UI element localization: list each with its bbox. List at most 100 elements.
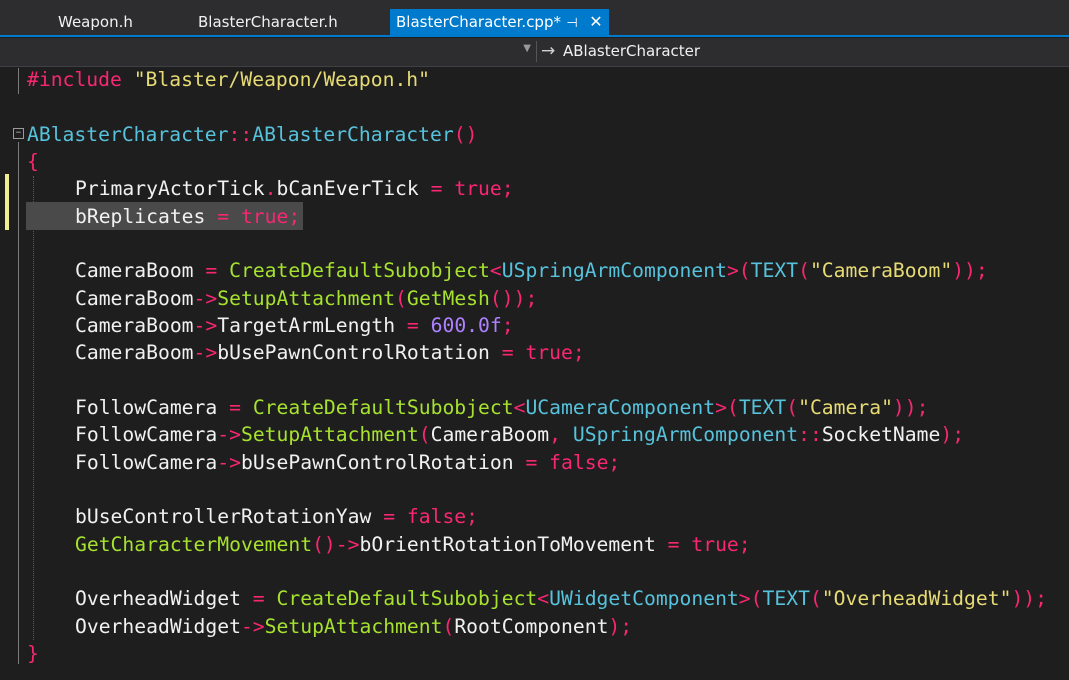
code-token: RootComponent bbox=[454, 615, 609, 638]
document-tab-bar: Weapon.h BlasterCharacter.h BlasterChara… bbox=[0, 0, 1069, 36]
code-token: CameraBoom bbox=[430, 423, 550, 446]
code-token: = false; bbox=[383, 505, 479, 528]
code-token: CreateDefaultSubobject bbox=[276, 587, 538, 610]
code-token: < bbox=[489, 259, 502, 282]
active-tab-underline bbox=[0, 35, 1069, 37]
code-token: CameraBoom bbox=[75, 259, 206, 282]
code-token: FollowCamera bbox=[75, 396, 230, 419]
outline-line bbox=[18, 142, 19, 664]
code-token: >( bbox=[715, 396, 739, 419]
code-token: CreateDefaultSubobject bbox=[252, 396, 514, 419]
code-token: bUseControllerRotationYaw bbox=[75, 505, 384, 528]
member-dropdown[interactable]: → ABlasterCharacter bbox=[541, 40, 700, 63]
code-token: = true; bbox=[501, 341, 585, 364]
code-token: ); bbox=[940, 423, 965, 446]
code-line[interactable]: { bbox=[27, 148, 39, 175]
code-line[interactable]: FollowCamera->bUsePawnControlRotation = … bbox=[27, 449, 620, 476]
arrow-right-icon: → bbox=[541, 41, 556, 61]
code-token: = bbox=[406, 314, 431, 337]
code-token: bReplicates bbox=[75, 205, 218, 228]
code-token: = true; bbox=[217, 205, 301, 228]
code-token: = true; bbox=[430, 177, 514, 200]
code-token: >( bbox=[726, 259, 751, 282]
code-token: )); bbox=[892, 396, 929, 419]
code-token: TEXT bbox=[750, 259, 799, 282]
code-line[interactable]: FollowCamera = CreateDefaultSubobject<UC… bbox=[27, 394, 928, 421]
code-token: CameraBoom bbox=[75, 314, 194, 337]
code-token: ( bbox=[798, 259, 810, 282]
code-token: "OverheadWidget" bbox=[821, 587, 1012, 610]
close-icon[interactable]: ✕ bbox=[583, 9, 609, 35]
code-token: UWidgetComponent bbox=[549, 587, 739, 610]
code-token: ( bbox=[418, 423, 431, 446]
code-token: bUsePawnControlRotation bbox=[240, 451, 526, 474]
code-token: -> bbox=[217, 451, 241, 474]
code-line[interactable]: #include "Blaster/Weapon/Weapon.h" bbox=[27, 66, 430, 93]
code-line[interactable]: CameraBoom->bUsePawnControlRotation = tr… bbox=[27, 339, 585, 366]
code-token: ( bbox=[786, 396, 799, 419]
code-token: GetMesh bbox=[406, 287, 490, 310]
code-line[interactable]: CameraBoom->SetupAttachment(GetMesh()); bbox=[27, 285, 537, 312]
code-token: CameraBoom bbox=[75, 287, 194, 310]
scope-dropdown[interactable]: ▼ bbox=[0, 40, 535, 63]
code-token: >( bbox=[738, 587, 763, 610]
code-token: = bbox=[229, 396, 253, 419]
code-token: "Camera" bbox=[798, 396, 893, 419]
code-token: ABlasterCharacter bbox=[27, 123, 229, 146]
code-token: )); bbox=[952, 259, 988, 282]
code-line[interactable]: ABlasterCharacter::ABlasterCharacter() bbox=[27, 121, 477, 148]
code-line[interactable]: GetCharacterMovement()->bOrientRotationT… bbox=[27, 531, 751, 558]
code-token: ( bbox=[395, 287, 407, 310]
code-line[interactable] bbox=[27, 230, 75, 257]
code-token: 600.0f bbox=[430, 314, 502, 337]
code-token: = bbox=[252, 587, 277, 610]
member-dropdown-value: ABlasterCharacter bbox=[563, 42, 701, 60]
code-line[interactable]: PrimaryActorTick.bCanEverTick = true; bbox=[27, 175, 514, 202]
code-token: bOrientRotationToMovement bbox=[359, 533, 668, 556]
code-line[interactable]: } bbox=[27, 640, 39, 667]
code-token: ()); bbox=[489, 287, 538, 310]
tab-blastercharacter-h[interactable]: BlasterCharacter.h bbox=[198, 9, 338, 35]
code-line[interactable]: CameraBoom = CreateDefaultSubobject<USpr… bbox=[27, 257, 988, 284]
code-line[interactable]: bReplicates = true; bbox=[27, 203, 300, 230]
code-token: -> bbox=[240, 615, 265, 638]
code-line[interactable]: OverheadWidget->SetupAttachment(RootComp… bbox=[27, 613, 632, 640]
code-token: CameraBoom bbox=[75, 341, 194, 364]
tab-label: BlasterCharacter.cpp* bbox=[396, 13, 561, 31]
code-line[interactable] bbox=[27, 476, 75, 503]
code-token: SetupAttachment bbox=[240, 423, 419, 446]
code-token: SetupAttachment bbox=[264, 615, 443, 638]
code-token: "CameraBoom" bbox=[809, 259, 953, 282]
code-line[interactable] bbox=[27, 558, 75, 585]
code-token: SetupAttachment bbox=[217, 287, 396, 310]
code-token: OverheadWidget bbox=[75, 587, 253, 610]
code-token: bUsePawnControlRotation bbox=[217, 341, 502, 364]
tab-label: BlasterCharacter.h bbox=[198, 13, 338, 31]
code-token: TEXT bbox=[762, 587, 810, 610]
code-line[interactable]: CameraBoom->TargetArmLength = 600.0f; bbox=[27, 312, 514, 339]
code-line[interactable]: FollowCamera->SetupAttachment(CameraBoom… bbox=[27, 421, 964, 448]
code-token: USpringArmComponent bbox=[572, 423, 799, 446]
code-token: ( bbox=[442, 615, 455, 638]
code-line[interactable]: bUseControllerRotationYaw = false; bbox=[27, 503, 478, 530]
tab-label: Weapon.h bbox=[58, 13, 133, 31]
pin-icon[interactable]: ⊣ bbox=[561, 11, 583, 37]
code-token: TEXT bbox=[738, 396, 787, 419]
code-token: GetCharacterMovement bbox=[75, 533, 313, 556]
code-token: "Blaster/Weapon/Weapon.h" bbox=[133, 68, 431, 91]
collapse-toggle-icon[interactable]: − bbox=[13, 128, 24, 139]
tab-blastercharacter-cpp[interactable]: BlasterCharacter.cpp* ⊣ ✕ bbox=[390, 9, 609, 35]
code-token: :: bbox=[798, 423, 822, 446]
tab-weapon-h[interactable]: Weapon.h bbox=[58, 9, 133, 35]
code-token: bCanEverTick bbox=[276, 177, 431, 200]
code-token: #include bbox=[27, 68, 134, 91]
code-line[interactable] bbox=[27, 367, 75, 394]
code-editor[interactable]: − #include "Blaster/Weapon/Weapon.h" ABl… bbox=[0, 66, 1069, 680]
code-line[interactable]: OverheadWidget = CreateDefaultSubobject<… bbox=[27, 585, 1047, 612]
code-token: FollowCamera bbox=[75, 451, 218, 474]
code-token: TargetArmLength bbox=[217, 314, 407, 337]
navbar-divider bbox=[536, 41, 537, 62]
code-token: OverheadWidget bbox=[75, 615, 241, 638]
code-token: ()-> bbox=[312, 533, 360, 556]
code-token: :: bbox=[228, 123, 253, 146]
